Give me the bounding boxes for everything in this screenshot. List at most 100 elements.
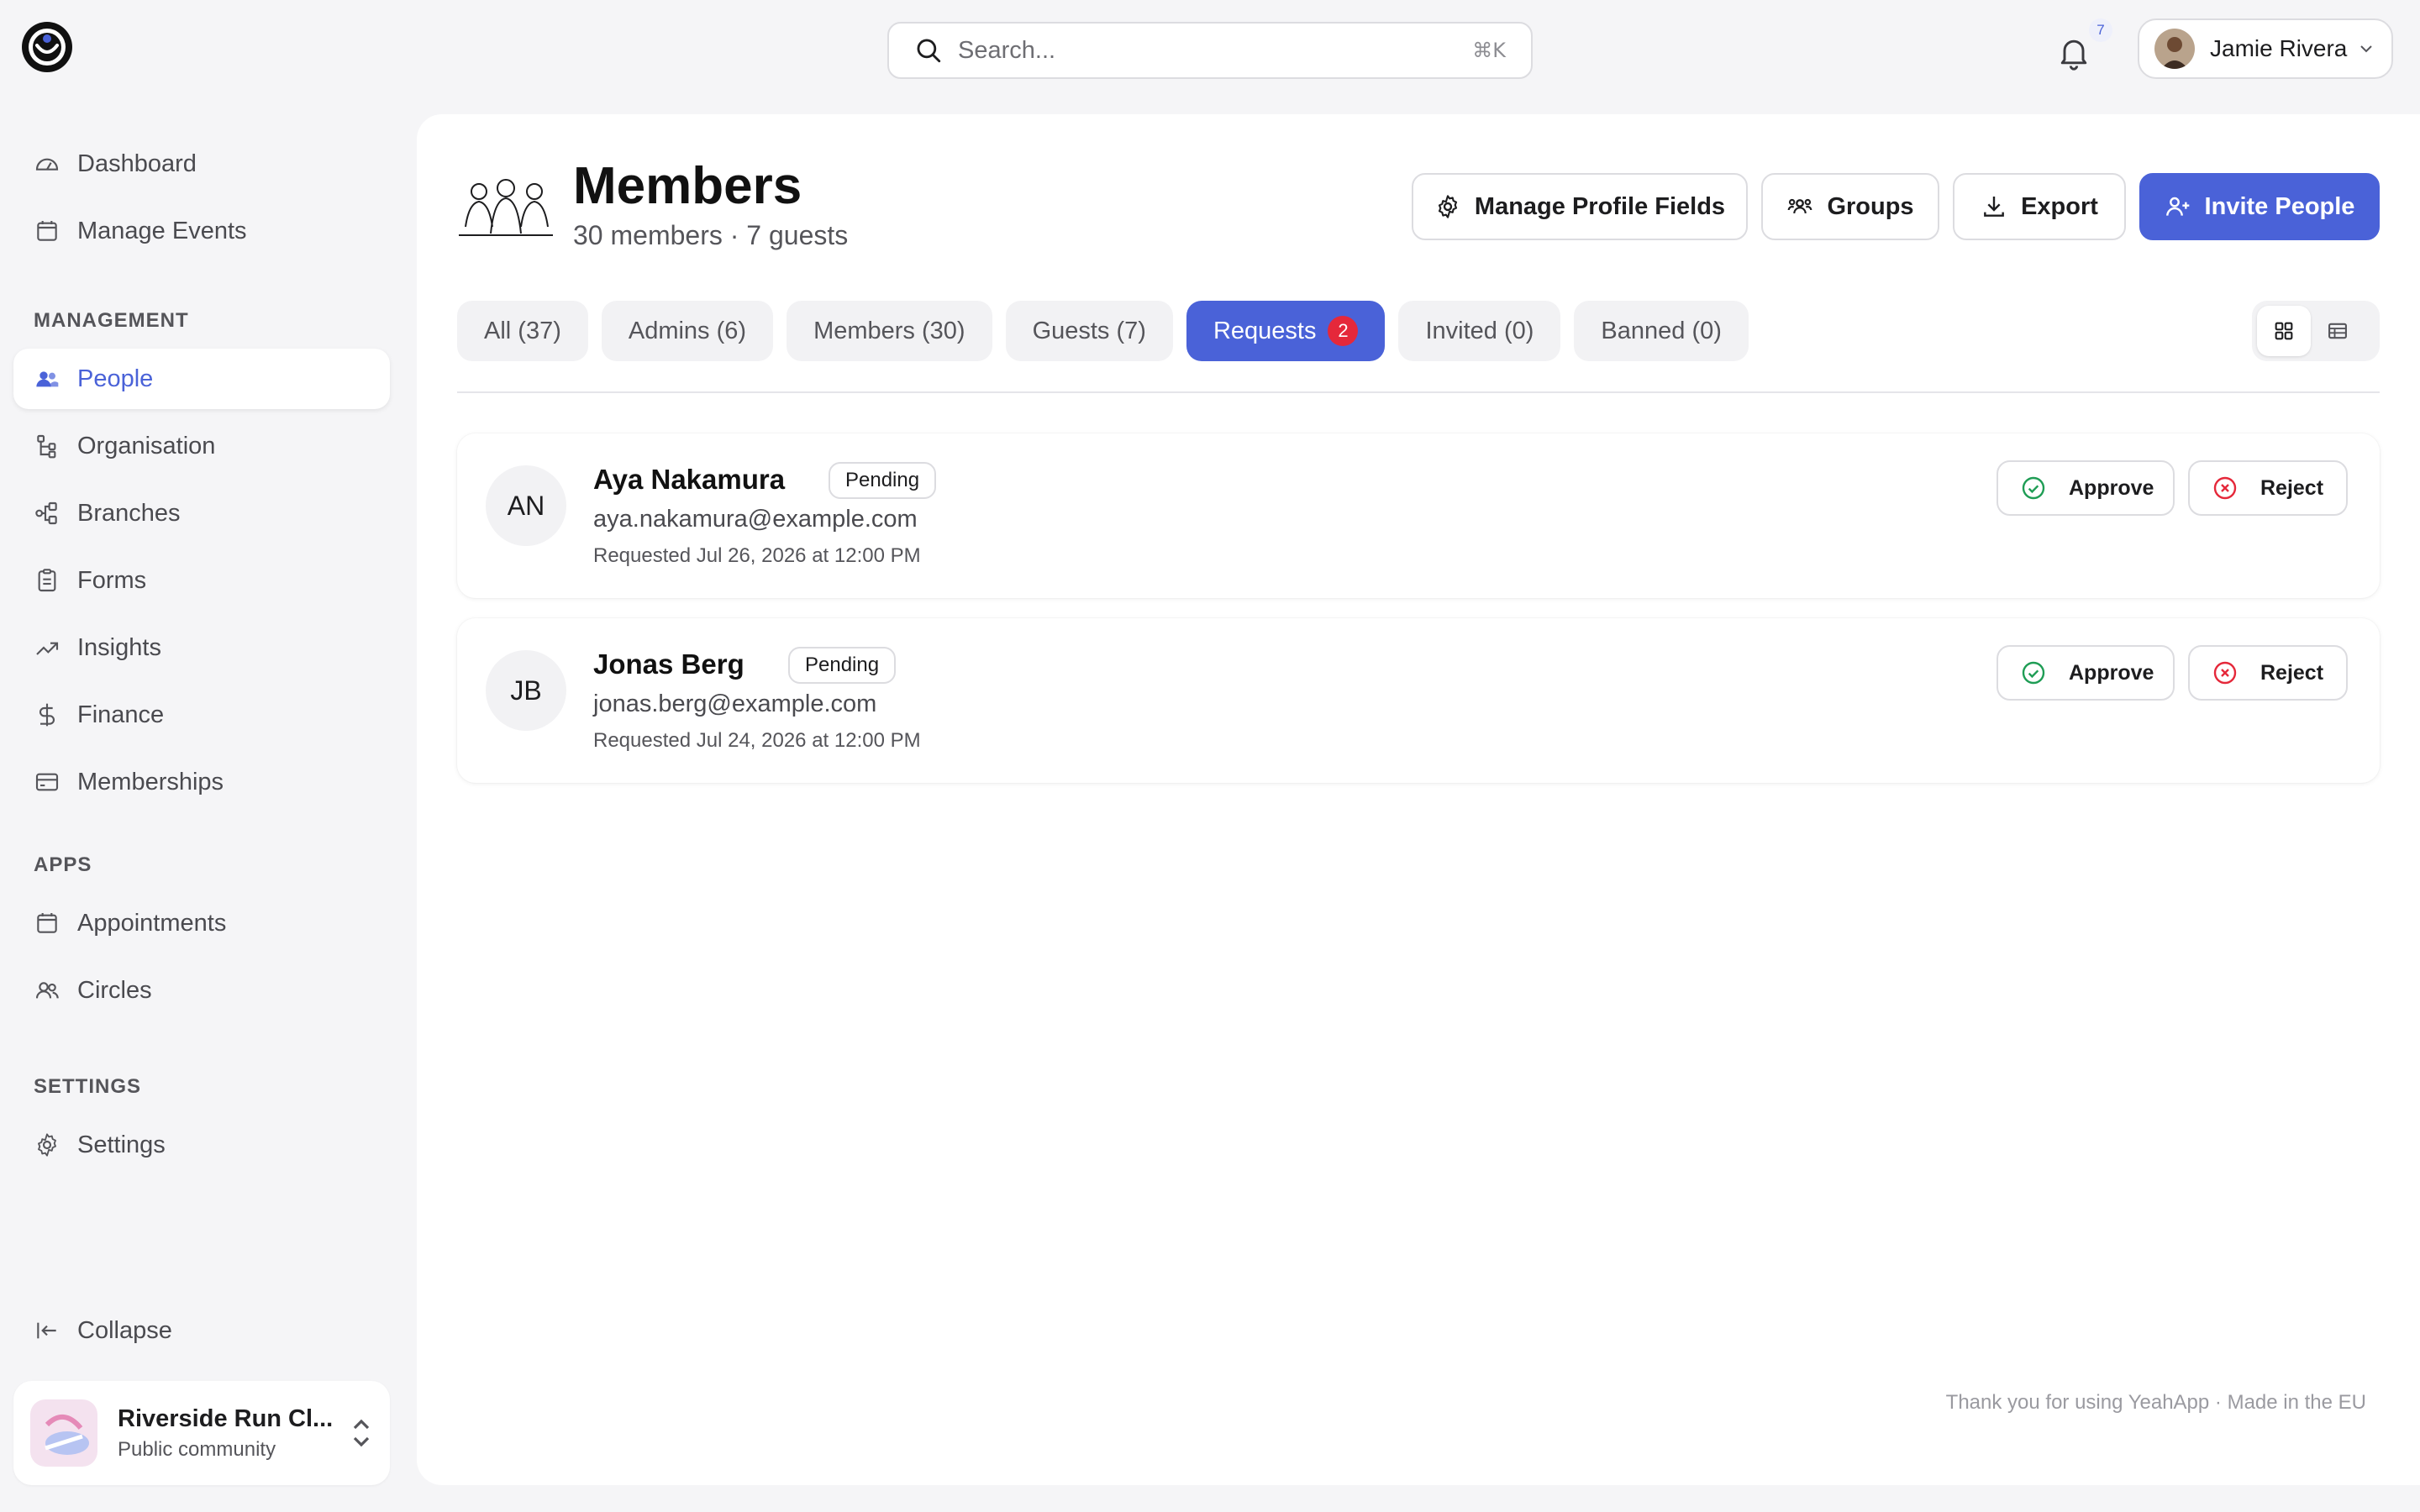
invite-people-label: Invite People xyxy=(2204,192,2355,220)
user-name: Jamie Rivera xyxy=(2210,35,2348,61)
sidebar-item-manage-events[interactable]: Manage Events xyxy=(13,201,390,261)
request-date: Requested Jul 24, 2026 at 12:00 PM xyxy=(593,729,921,752)
requests-count-badge: 2 xyxy=(1328,316,1359,346)
community-switcher[interactable]: Riverside Run Cl... Public community xyxy=(13,1381,390,1485)
view-toggle xyxy=(2252,301,2380,361)
sidebar-item-label: Branches xyxy=(77,499,181,527)
circles-icon xyxy=(34,977,60,1004)
sidebar-item-forms[interactable]: Forms xyxy=(13,550,390,611)
main-panel: Members 30 members · 7 guests Manage Pro… xyxy=(417,114,2420,1485)
sidebar-item-people[interactable]: People xyxy=(13,349,390,409)
sidebar-item-label: Dashboard xyxy=(77,150,197,177)
notification-count-badge: 7 xyxy=(2089,18,2112,42)
sidebar-item-appointments[interactable]: Appointments xyxy=(13,893,390,953)
add-user-icon xyxy=(2165,193,2191,220)
requester-name: Aya Nakamura xyxy=(593,464,786,495)
sidebar-item-dashboard[interactable]: Dashboard xyxy=(13,134,390,194)
collapse-left-icon xyxy=(34,1317,60,1344)
branches-icon xyxy=(34,500,60,527)
avatar: AN xyxy=(486,465,566,546)
grid-icon xyxy=(2275,322,2293,340)
tab-guests[interactable]: Guests (7) xyxy=(1005,301,1173,361)
approve-label: Approve xyxy=(2069,475,2154,500)
groups-icon xyxy=(1786,193,1813,220)
requester-email: aya.nakamura@example.com xyxy=(593,506,918,533)
sidebar-item-label: Manage Events xyxy=(77,217,247,244)
status-badge: Pending xyxy=(829,462,937,499)
search-shortcut: ⌘K xyxy=(1472,39,1506,62)
gauge-icon xyxy=(34,150,60,177)
sidebar-item-label: Finance xyxy=(77,701,165,728)
tab-admins[interactable]: Admins (6) xyxy=(601,301,774,361)
sidebar-item-label: Organisation xyxy=(77,432,216,459)
approve-button[interactable]: Approve xyxy=(1996,460,2175,516)
sidebar-item-label: Forms xyxy=(77,566,147,594)
sidebar-item-settings[interactable]: Settings xyxy=(13,1115,390,1175)
user-menu-button[interactable]: Jamie Rivera xyxy=(2138,18,2393,79)
section-label-apps: APPS xyxy=(34,853,92,876)
export-button[interactable]: Export xyxy=(1953,173,2126,240)
search-icon xyxy=(914,36,943,65)
sidebar-item-insights[interactable]: Insights xyxy=(13,617,390,678)
gear-icon xyxy=(34,1131,60,1158)
manage-profile-fields-button[interactable]: Manage Profile Fields xyxy=(1412,173,1748,240)
list-view-button[interactable] xyxy=(2311,306,2365,356)
people-icon xyxy=(34,365,60,392)
section-label-management: MANAGEMENT xyxy=(34,309,189,332)
community-logo xyxy=(30,1399,97,1467)
request-card: JB Jonas Berg Pending jonas.berg@example… xyxy=(457,618,2380,783)
tab-invited[interactable]: Invited (0) xyxy=(1398,301,1561,361)
tab-requests[interactable]: Requests 2 xyxy=(1186,301,1386,361)
table-icon xyxy=(2328,323,2347,339)
avatar xyxy=(2154,29,2195,69)
export-label: Export xyxy=(2021,192,2098,220)
invite-people-button[interactable]: Invite People xyxy=(2139,173,2380,240)
footer-text: Thank you for using YeahApp · Made in th… xyxy=(1945,1391,2366,1414)
chevron-up-down-icon xyxy=(350,1416,373,1450)
sidebar-item-circles[interactable]: Circles xyxy=(13,960,390,1021)
reject-button[interactable]: Reject xyxy=(2188,645,2348,701)
sidebar-item-label: Memberships xyxy=(77,768,224,795)
member-filter-tabs: All (37) Admins (6) Members (30) Guests … xyxy=(457,301,1749,361)
approve-button[interactable]: Approve xyxy=(1996,645,2175,701)
tab-banned[interactable]: Banned (0) xyxy=(1574,301,1749,361)
community-type: Public community xyxy=(118,1437,276,1461)
sidebar-item-label: Insights xyxy=(77,633,161,661)
grid-view-button[interactable] xyxy=(2257,306,2311,356)
groups-button[interactable]: Groups xyxy=(1761,173,1939,240)
request-date: Requested Jul 26, 2026 at 12:00 PM xyxy=(593,544,921,567)
collapse-sidebar-button[interactable]: Collapse xyxy=(13,1300,390,1361)
calendar-icon xyxy=(34,218,60,244)
community-name: Riverside Run Cl... xyxy=(118,1404,334,1432)
reject-label: Reject xyxy=(2260,660,2324,685)
sidebar-item-label: People xyxy=(77,365,154,392)
check-circle-icon xyxy=(2020,475,2047,501)
requester-name: Jonas Berg xyxy=(593,648,744,680)
reject-label: Reject xyxy=(2260,475,2324,500)
app-logo-icon[interactable] xyxy=(20,20,74,74)
bell-icon[interactable] xyxy=(2055,34,2092,71)
reject-button[interactable]: Reject xyxy=(2188,460,2348,516)
sidebar-item-label: Settings xyxy=(77,1131,166,1158)
tab-requests-label: Requests xyxy=(1213,317,1317,344)
tab-members[interactable]: Members (30) xyxy=(786,301,992,361)
sidebar-item-organisation[interactable]: Organisation xyxy=(13,416,390,476)
card-icon xyxy=(34,769,60,795)
clipboard-icon xyxy=(34,567,60,594)
avatar: JB xyxy=(486,650,566,731)
sidebar-item-memberships[interactable]: Memberships xyxy=(13,752,390,812)
org-tree-icon xyxy=(34,433,60,459)
groups-label: Groups xyxy=(1827,192,1914,220)
status-badge: Pending xyxy=(788,647,897,684)
sidebar-item-finance[interactable]: Finance xyxy=(13,685,390,745)
search-bar[interactable]: Search... ⌘K xyxy=(887,22,1533,79)
collapse-label: Collapse xyxy=(77,1316,172,1344)
download-icon xyxy=(1981,193,2007,220)
members-illustration-icon xyxy=(457,175,555,242)
chevron-down-icon xyxy=(2356,39,2376,59)
sidebar-item-branches[interactable]: Branches xyxy=(13,483,390,543)
section-label-settings: SETTINGS xyxy=(34,1075,142,1098)
page-subtitle: 30 members · 7 guests xyxy=(573,220,849,250)
x-circle-icon xyxy=(2212,475,2238,501)
tab-all[interactable]: All (37) xyxy=(457,301,588,361)
